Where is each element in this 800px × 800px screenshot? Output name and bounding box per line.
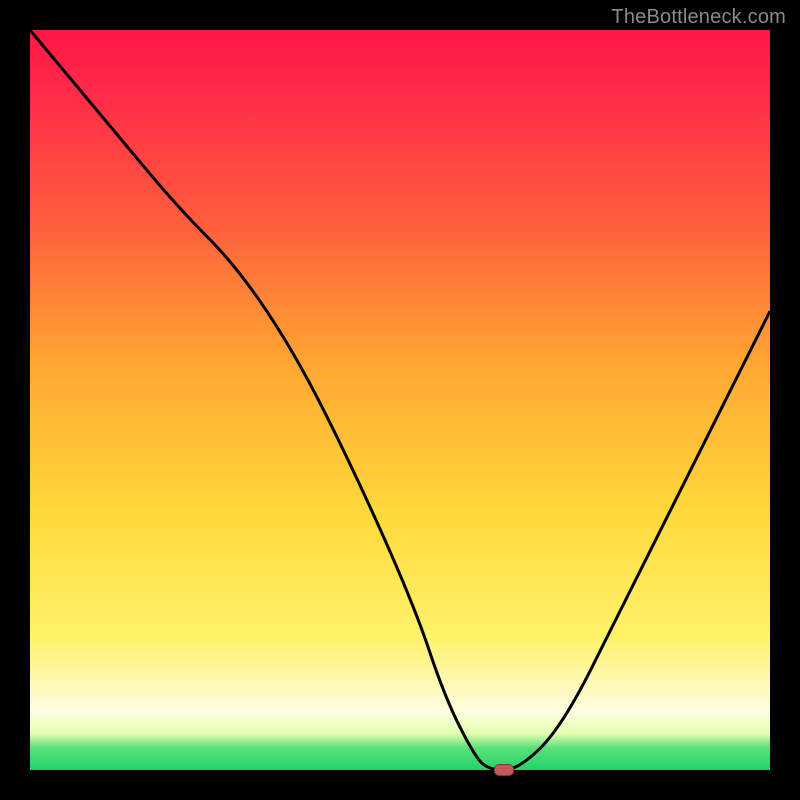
plot-area [30,30,770,770]
bottleneck-curve [30,30,770,770]
curve-path [30,30,770,770]
chart-frame: TheBottleneck.com [0,0,800,800]
watermark-text: TheBottleneck.com [611,6,786,29]
optimal-point-marker [494,764,514,776]
